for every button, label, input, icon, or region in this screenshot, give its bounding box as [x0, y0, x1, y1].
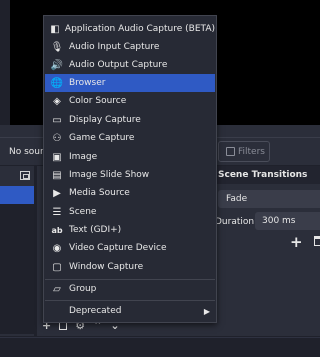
- menu-item-label: Deprecated: [69, 306, 122, 316]
- menu-item-window-capture[interactable]: ▢ Window Capture: [45, 258, 215, 276]
- menu-item-media-source[interactable]: ▶ Media Source: [45, 184, 215, 202]
- image-icon: ▣: [52, 151, 62, 163]
- menu-item-video-capture-device[interactable]: ◉ Video Capture Device: [45, 239, 215, 257]
- status-strip: [0, 337, 320, 357]
- app-audio-icon: ◧: [50, 23, 60, 35]
- scenes-dock-header: [0, 166, 34, 184]
- menu-item-game-capture[interactable]: ⚇ Game Capture: [45, 129, 215, 147]
- menu-item-label: Game Capture: [69, 133, 135, 143]
- menu-item-label: Image Slide Show: [69, 170, 150, 180]
- window-icon: ▢: [52, 261, 62, 273]
- undock-icon[interactable]: [20, 170, 30, 180]
- filters-button[interactable]: Filters: [218, 141, 270, 162]
- filters-label: Filters: [238, 146, 265, 157]
- filter-icon: [226, 147, 235, 156]
- folder-icon: ▱: [53, 283, 61, 295]
- list-icon: ☰: [52, 206, 62, 218]
- menu-item-label: Video Capture Device: [69, 243, 167, 253]
- menu-item-color-source[interactable]: ◈ Color Source: [45, 92, 215, 110]
- slideshow-icon: ▤: [52, 169, 62, 181]
- scene-list: [0, 204, 34, 334]
- submenu-arrow-icon: ▶: [203, 306, 210, 316]
- menu-item-label: Text (GDI+): [69, 225, 122, 235]
- menu-item-group[interactable]: ▱ Group: [45, 280, 215, 298]
- menu-item-label: Group: [69, 284, 97, 294]
- play-icon: ▶: [53, 187, 61, 199]
- scene-list-item-selected[interactable]: [0, 186, 34, 204]
- duration-label: Duration: [215, 217, 255, 227]
- add-transition-button[interactable]: +: [290, 233, 303, 251]
- menu-item-label: Application Audio Capture (BETA): [64, 24, 215, 34]
- add-source-menu: ◧ Application Audio Capture (BETA) 🎙 Aud…: [43, 15, 217, 323]
- microphone-icon: 🎙: [50, 41, 64, 53]
- menu-item-audio-input-capture[interactable]: 🎙 Audio Input Capture: [45, 38, 215, 56]
- menu-item-label: Display Capture: [69, 115, 141, 125]
- menu-item-label: Scene: [69, 207, 97, 217]
- scene-transitions-title: Scene Transitions: [215, 166, 320, 184]
- menu-item-browser[interactable]: 🌐 Browser: [45, 74, 215, 92]
- menu-item-deprecated[interactable]: Deprecated ▶: [45, 302, 215, 320]
- menu-item-label: Color Source: [69, 96, 127, 106]
- gamepad-icon: ⚇: [52, 132, 62, 144]
- menu-item-display-capture[interactable]: ▭ Display Capture: [45, 111, 215, 129]
- menu-item-label: Window Capture: [69, 262, 144, 272]
- transition-select[interactable]: Fade: [218, 190, 320, 208]
- monitor-icon: ▭: [52, 114, 62, 126]
- remove-transition-icon[interactable]: [314, 236, 320, 246]
- camera-icon: ◉: [52, 242, 62, 254]
- menu-item-image[interactable]: ▣ Image: [45, 148, 215, 166]
- duration-input[interactable]: 300 ms: [255, 212, 320, 230]
- menu-item-label: Media Source: [69, 188, 130, 198]
- text-icon: ab: [51, 225, 63, 235]
- speaker-icon: 🔊: [50, 59, 64, 71]
- menu-item-label: Browser: [69, 78, 106, 88]
- menu-item-label: Image: [69, 152, 98, 162]
- menu-item-text-gdi[interactable]: ab Text (GDI+): [45, 221, 215, 239]
- paint-bucket-icon: ◈: [53, 95, 61, 107]
- globe-icon: 🌐: [50, 77, 64, 89]
- scene-transitions-dock: Scene Transitions Fade Duration 300 ms +: [215, 166, 320, 336]
- menu-separator: [45, 300, 215, 301]
- menu-item-application-audio-capture[interactable]: ◧ Application Audio Capture (BETA): [45, 20, 215, 38]
- menu-item-audio-output-capture[interactable]: 🔊 Audio Output Capture: [45, 56, 215, 74]
- menu-item-scene[interactable]: ☰ Scene: [45, 203, 215, 221]
- menu-item-label: Audio Output Capture: [69, 60, 168, 70]
- scenes-dock: [0, 166, 34, 336]
- menu-item-image-slide-show[interactable]: ▤ Image Slide Show: [45, 166, 215, 184]
- menu-item-label: Audio Input Capture: [69, 42, 160, 52]
